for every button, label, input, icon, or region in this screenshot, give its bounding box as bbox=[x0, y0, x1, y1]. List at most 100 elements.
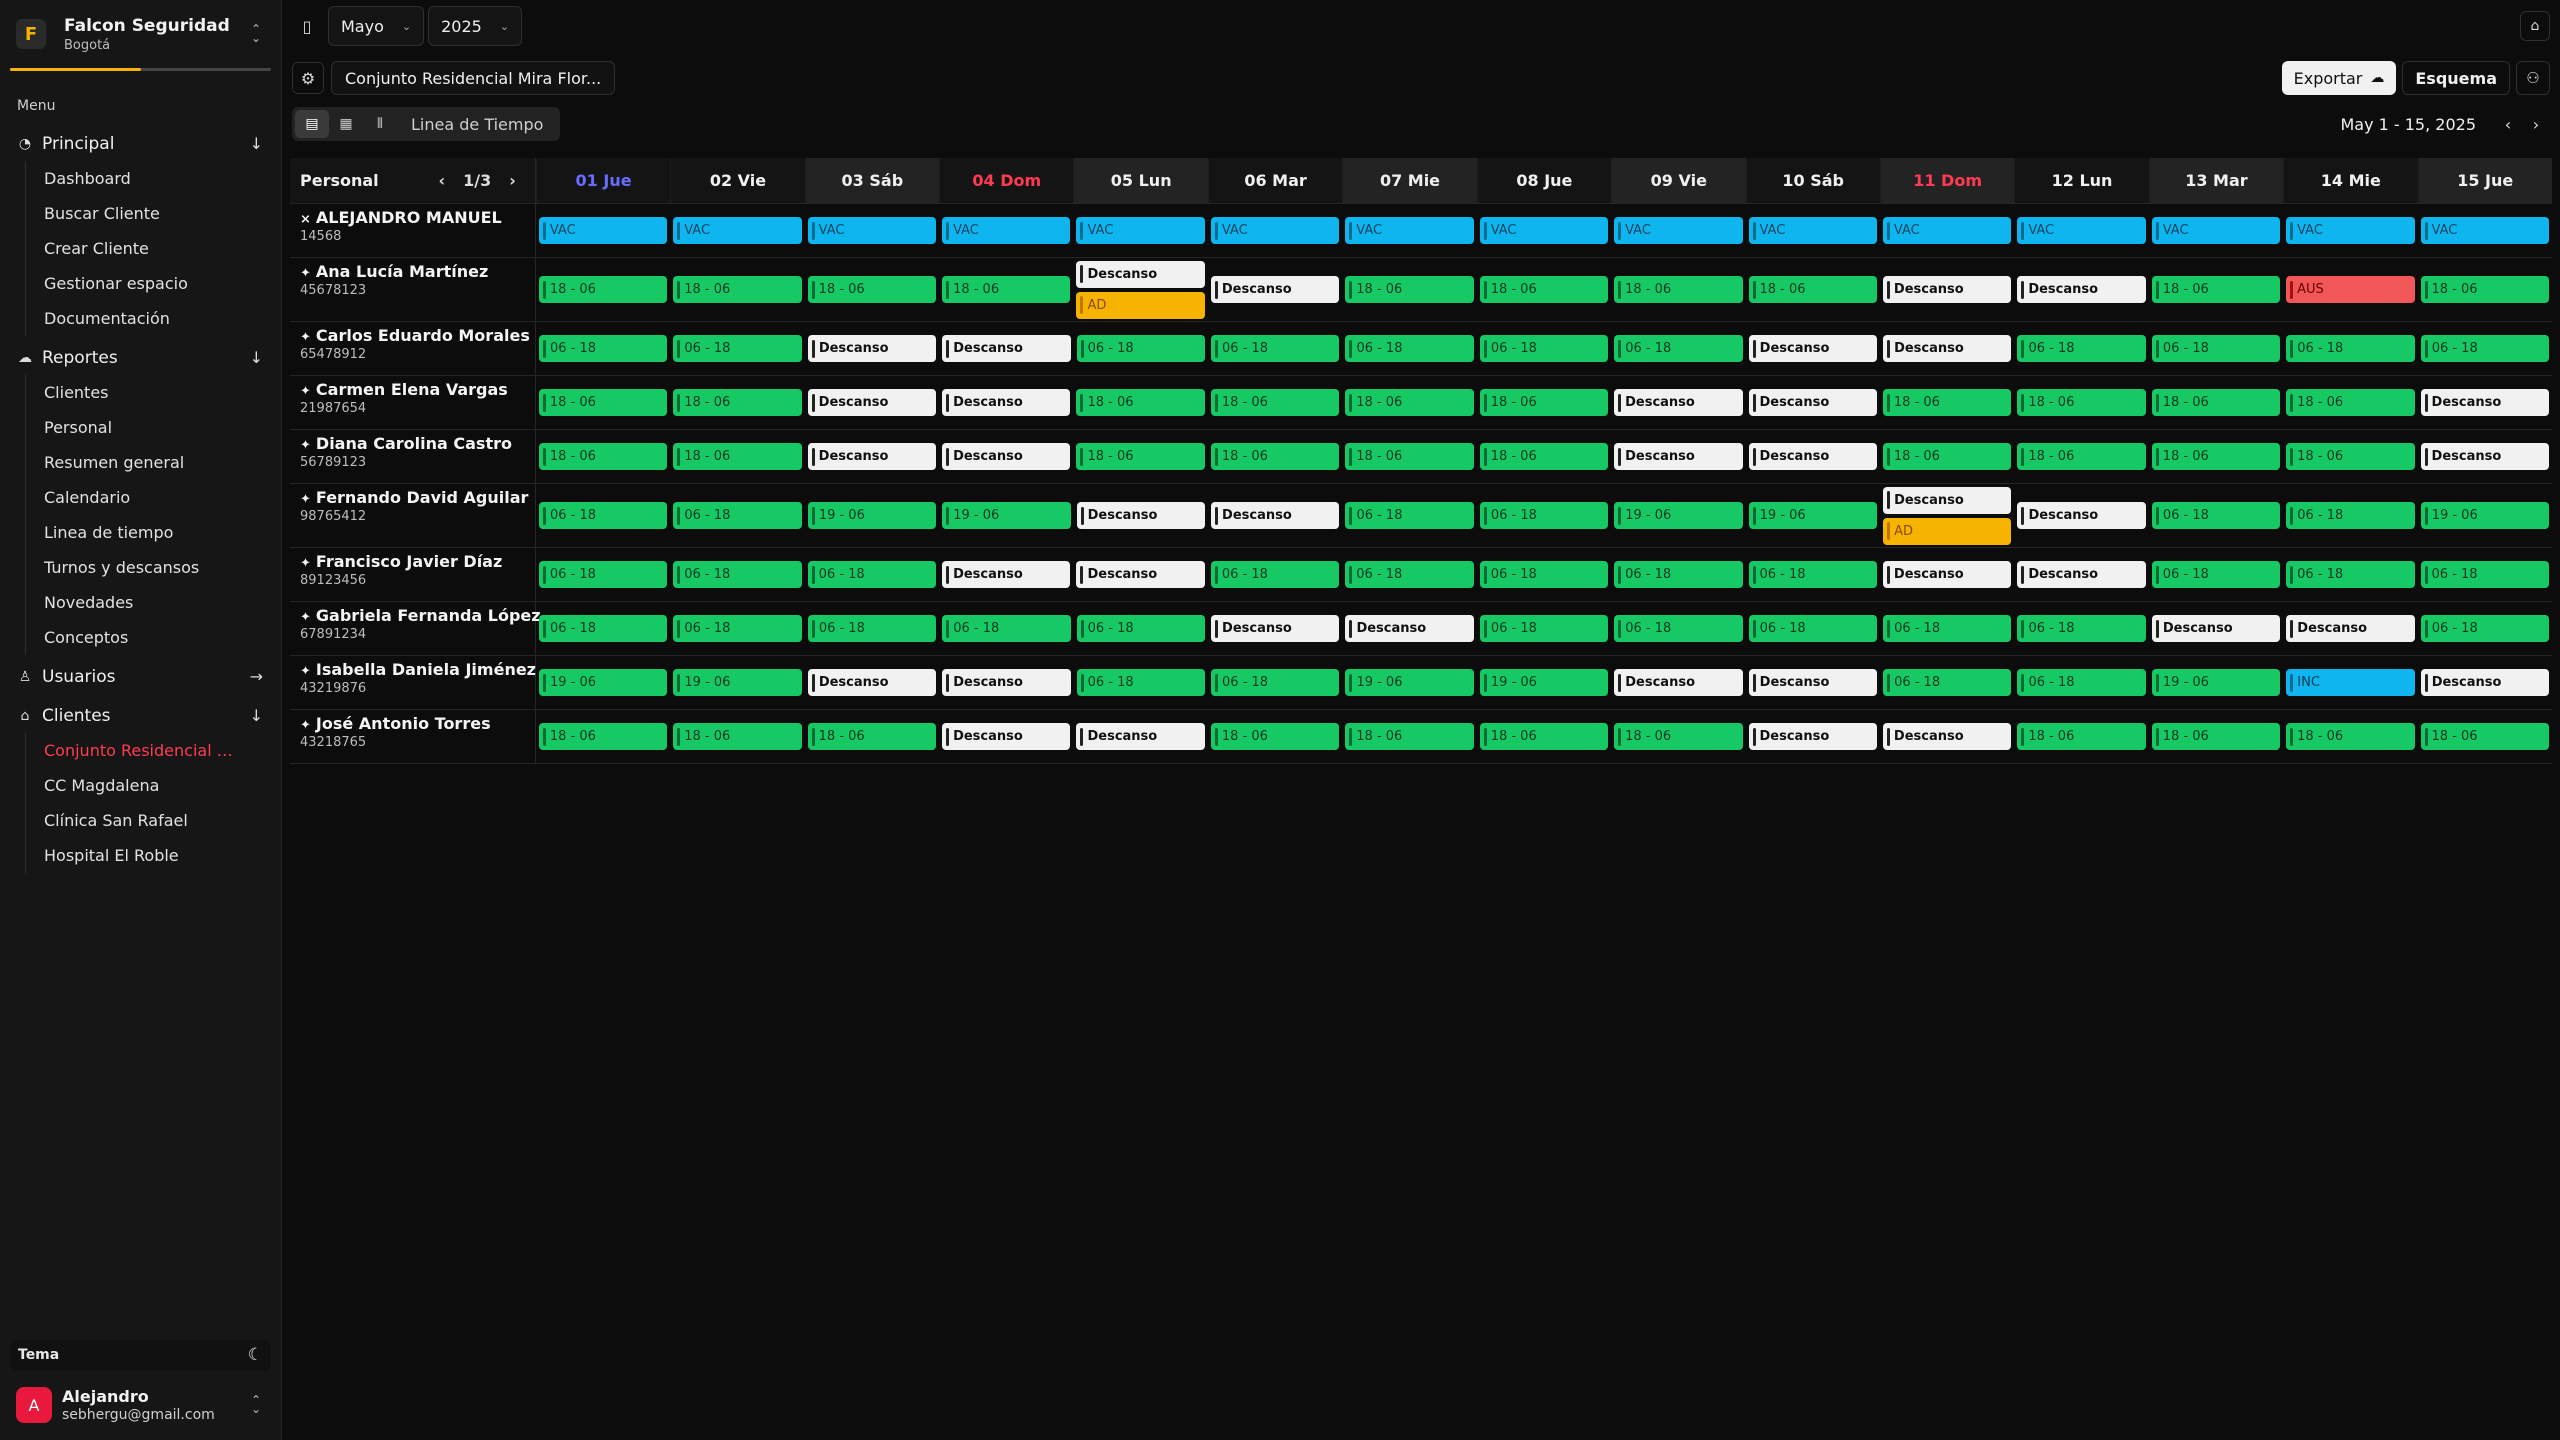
day-cell[interactable]: 18 - 06 bbox=[1477, 258, 1611, 321]
shift-chip-turno[interactable]: 18 - 06 bbox=[1345, 723, 1474, 750]
shift-chip-turno[interactable]: 06 - 18 bbox=[1211, 669, 1340, 696]
day-cell[interactable]: Descanso bbox=[2014, 484, 2148, 547]
shift-chip-desc[interactable]: Descanso bbox=[1614, 443, 1743, 470]
shift-chip-turno[interactable]: 18 - 06 bbox=[2017, 389, 2146, 416]
day-cell[interactable]: 18 - 06 bbox=[1477, 710, 1611, 763]
day-cell[interactable]: 06 - 18 bbox=[536, 322, 670, 375]
day-cell[interactable]: 06 - 18 bbox=[2014, 656, 2148, 709]
day-cell[interactable]: 06 - 18 bbox=[1208, 656, 1342, 709]
shift-chip-turno[interactable]: 06 - 18 bbox=[1345, 502, 1474, 529]
day-cell[interactable]: Descanso bbox=[1746, 656, 1880, 709]
shift-chip-turno[interactable]: 06 - 18 bbox=[2420, 561, 2549, 588]
next-page-button[interactable]: › bbox=[509, 171, 516, 190]
employee-cell[interactable]: ✦ Francisco Javier Díaz 89123456 bbox=[290, 548, 536, 601]
day-cell[interactable]: 18 - 06 bbox=[1208, 376, 1342, 429]
day-cell[interactable]: Descanso bbox=[1073, 710, 1207, 763]
day-cell[interactable]: 18 - 06 bbox=[1880, 430, 2014, 483]
day-cell[interactable]: Descanso bbox=[2418, 656, 2552, 709]
shift-chip-aus[interactable]: AUS bbox=[2286, 276, 2415, 303]
shift-chip-turno[interactable]: 18 - 06 bbox=[673, 723, 802, 750]
day-cell[interactable]: 18 - 06 bbox=[670, 376, 804, 429]
day-cell[interactable]: 06 - 18 bbox=[1208, 548, 1342, 601]
day-cell[interactable]: Descanso bbox=[1746, 322, 1880, 375]
sidebar-item-conjunto-residencial-m-[interactable]: Conjunto Residencial M... bbox=[44, 733, 244, 768]
day-cell[interactable]: 06 - 18 bbox=[1342, 322, 1476, 375]
shift-chip-turno[interactable]: 18 - 06 bbox=[2017, 443, 2146, 470]
shift-chip-turno[interactable]: 19 - 06 bbox=[1479, 669, 1609, 696]
building-icon[interactable]: ⌂ bbox=[2520, 11, 2550, 41]
day-cell[interactable]: Descanso AD bbox=[1073, 258, 1207, 321]
day-cell[interactable]: 06 - 18 bbox=[2014, 602, 2148, 655]
shift-chip-desc[interactable]: Descanso bbox=[2420, 389, 2549, 416]
shift-chip-turno[interactable]: 06 - 18 bbox=[1883, 669, 2012, 696]
sidebar-item-linea-de-tiempo[interactable]: Linea de tiempo bbox=[44, 515, 244, 550]
shift-chip-desc[interactable]: Descanso bbox=[2286, 615, 2415, 642]
nav-group-reportes[interactable]: ☁ Reportes ↓ bbox=[0, 340, 281, 375]
shift-chip-desc[interactable]: Descanso bbox=[807, 443, 937, 470]
day-cell[interactable]: 19 - 06 bbox=[1342, 656, 1476, 709]
shift-chip-turno[interactable]: 18 - 06 bbox=[1614, 276, 1743, 303]
day-cell[interactable]: 19 - 06 bbox=[2149, 656, 2283, 709]
shift-chip-turno[interactable]: 06 - 18 bbox=[1614, 561, 1743, 588]
day-cell[interactable]: 18 - 06 bbox=[1611, 258, 1745, 321]
nav-group-clientes[interactable]: ⌂ Clientes ↓ bbox=[0, 698, 281, 733]
shift-chip-desc[interactable]: Descanso bbox=[1882, 276, 2012, 303]
year-select[interactable]: 2025 ⌄ bbox=[428, 6, 523, 46]
shift-chip-desc[interactable]: Descanso bbox=[1076, 723, 1205, 750]
day-cell[interactable]: 18 - 06 bbox=[805, 710, 939, 763]
shift-chip-turno[interactable]: 18 - 06 bbox=[1210, 723, 1340, 750]
day-cell[interactable]: 18 - 06 bbox=[1342, 710, 1476, 763]
shift-chip-vac[interactable]: VAC bbox=[1882, 217, 2012, 244]
day-cell[interactable]: 18 - 06 bbox=[2418, 710, 2552, 763]
shift-chip-turno[interactable]: 18 - 06 bbox=[673, 443, 802, 470]
day-cell[interactable]: 18 - 06 bbox=[670, 258, 804, 321]
pin-icon[interactable]: ✦ bbox=[300, 556, 311, 571]
shift-chip-desc[interactable]: Descanso bbox=[1210, 276, 1340, 303]
shift-chip-turno[interactable]: 06 - 18 bbox=[2017, 615, 2146, 642]
day-cell[interactable]: 18 - 06 bbox=[1746, 258, 1880, 321]
shift-chip-desc[interactable]: Descanso bbox=[942, 723, 1071, 750]
day-cell[interactable]: 18 - 06 bbox=[2283, 376, 2417, 429]
shift-chip-ad[interactable]: AD bbox=[1883, 517, 2012, 545]
shift-chip-desc[interactable]: Descanso bbox=[1076, 260, 1205, 288]
sidebar-item-calendario[interactable]: Calendario bbox=[44, 480, 244, 515]
shift-chip-desc[interactable]: Descanso bbox=[1748, 669, 1878, 696]
day-cell[interactable]: 18 - 06 bbox=[1880, 376, 2014, 429]
shift-chip-desc[interactable]: Descanso bbox=[1211, 615, 1340, 642]
sidebar-item-personal[interactable]: Personal bbox=[44, 410, 244, 445]
org-switcher[interactable]: F Falcon Seguridad Bogotá ⌃ ⌄ bbox=[0, 0, 281, 68]
shift-chip-turno[interactable]: 19 - 06 bbox=[2420, 502, 2550, 529]
day-cell[interactable]: 18 - 06 bbox=[1342, 430, 1476, 483]
day-cell[interactable]: Descanso bbox=[2014, 548, 2148, 601]
day-cell[interactable]: 06 - 18 bbox=[2283, 484, 2417, 547]
shift-chip-desc[interactable]: Descanso bbox=[1883, 335, 2012, 362]
shift-chip-turno[interactable]: 06 - 18 bbox=[1748, 615, 1878, 642]
shift-chip-desc[interactable]: Descanso bbox=[1211, 502, 1340, 529]
day-cell[interactable]: 06 - 18 bbox=[939, 602, 1073, 655]
shift-chip-turno[interactable]: 06 - 18 bbox=[2420, 335, 2550, 362]
shift-chip-turno[interactable]: 18 - 06 bbox=[2017, 723, 2146, 750]
employee-cell[interactable]: ✦ Gabriela Fernanda López 67891234 bbox=[290, 602, 541, 655]
day-cell[interactable]: Descanso bbox=[1746, 376, 1880, 429]
day-cell[interactable]: AUS bbox=[2283, 258, 2417, 321]
shift-chip-turno[interactable]: 06 - 18 bbox=[1076, 669, 1206, 696]
day-cell[interactable]: VAC bbox=[1611, 204, 1745, 257]
shift-chip-turno[interactable]: 18 - 06 bbox=[2286, 723, 2415, 750]
shift-chip-vac[interactable]: VAC bbox=[1479, 217, 1609, 244]
day-cell[interactable]: 18 - 06 bbox=[536, 430, 670, 483]
day-cell[interactable]: 18 - 06 bbox=[1208, 430, 1342, 483]
day-cell[interactable]: 19 - 06 bbox=[805, 484, 939, 547]
employee-cell[interactable]: ✦ Carlos Eduardo Morales 65478912 bbox=[290, 322, 536, 375]
shift-chip-vac[interactable]: VAC bbox=[942, 217, 1071, 244]
shift-chip-vac[interactable]: VAC bbox=[1210, 217, 1340, 244]
shift-chip-turno[interactable]: 18 - 06 bbox=[1479, 389, 1609, 416]
shift-chip-vac[interactable]: VAC bbox=[2151, 217, 2281, 244]
shift-chip-turno[interactable]: 18 - 06 bbox=[1479, 443, 1609, 470]
day-cell[interactable]: INC bbox=[2283, 656, 2417, 709]
day-cell[interactable]: Descanso bbox=[939, 656, 1073, 709]
day-cell[interactable]: 18 - 06 bbox=[2014, 430, 2148, 483]
day-cell[interactable]: 18 - 06 bbox=[2149, 710, 2283, 763]
sidebar-item-buscar-cliente[interactable]: Buscar Cliente bbox=[44, 196, 244, 231]
employee-cell[interactable]: ✦ Carmen Elena Vargas 21987654 bbox=[290, 376, 536, 429]
shift-chip-turno[interactable]: 18 - 06 bbox=[1345, 276, 1474, 303]
